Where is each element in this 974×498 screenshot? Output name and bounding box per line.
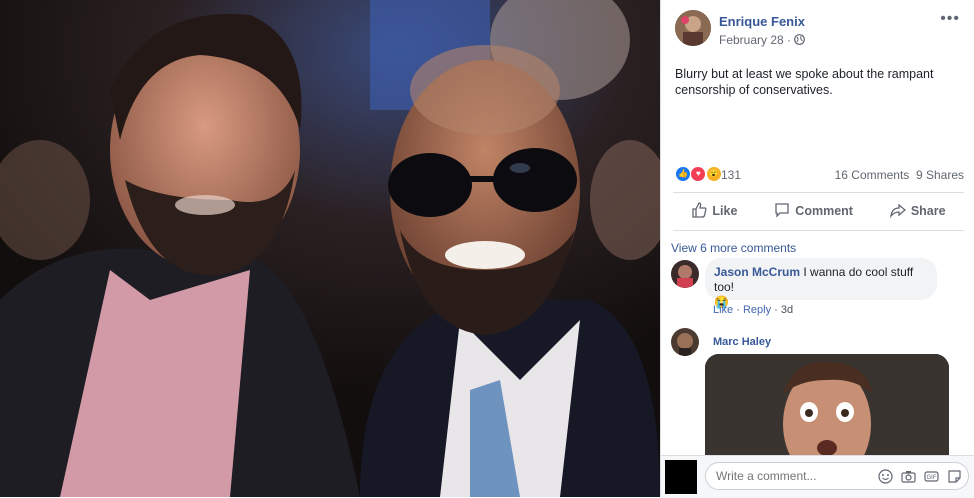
like-button[interactable]: Like xyxy=(691,196,737,226)
comment-icon xyxy=(774,202,790,221)
comment-label: Comment xyxy=(795,204,853,218)
comment-author[interactable]: Jason McCrum xyxy=(714,265,800,279)
comments-count[interactable]: 16 Comments xyxy=(835,168,910,182)
sticker-icon[interactable] xyxy=(947,469,962,484)
shares-count[interactable]: 9 Shares xyxy=(916,168,964,182)
post-stats: 👍 ♥ 😮 131 16 Comments 9 Shares xyxy=(675,166,964,184)
share-icon xyxy=(889,202,906,221)
gif-icon[interactable]: GIF xyxy=(924,469,939,484)
globe-icon xyxy=(794,33,806,47)
commenter-avatar[interactable] xyxy=(671,328,699,356)
author-avatar[interactable] xyxy=(675,10,711,46)
post-caption: Blurry but at least we spoke about the r… xyxy=(675,67,934,97)
post-actions: Like Comment Share xyxy=(673,196,964,226)
thumbs-up-icon xyxy=(691,201,707,221)
post-side-panel: Enrique Fenix February 28 · ••• Blurry b… xyxy=(660,0,974,498)
commenter-avatar[interactable] xyxy=(671,260,699,288)
reactions[interactable]: 👍 ♥ 😮 xyxy=(675,166,722,182)
share-label: Share xyxy=(910,204,946,218)
camera-icon[interactable] xyxy=(901,469,916,484)
reaction-count[interactable]: 131 xyxy=(721,168,741,182)
svg-text:GIF: GIF xyxy=(927,475,937,481)
comment-like-link[interactable]: Like xyxy=(713,304,733,316)
wow-reaction-icon: 😮 xyxy=(705,166,722,182)
comment-reply-link[interactable]: Reply xyxy=(743,304,771,316)
divider xyxy=(673,192,964,193)
comment-bubble: Jason McCrum I wanna do cool stuff too! … xyxy=(705,258,937,309)
comment-actions: Like · Reply · 3d xyxy=(713,304,794,316)
post-header: Enrique Fenix February 28 · ••• xyxy=(675,10,964,50)
divider xyxy=(673,230,964,231)
comment-time[interactable]: 3d xyxy=(781,304,793,316)
more-options-icon[interactable]: ••• xyxy=(940,10,960,28)
comment-composer: GIF xyxy=(661,455,974,498)
my-avatar xyxy=(665,460,697,494)
like-reaction-icon: 👍 xyxy=(675,166,691,182)
love-reaction-icon: ♥ xyxy=(690,166,707,182)
like-label: Like xyxy=(712,204,738,218)
composer-icons: GIF xyxy=(878,469,962,484)
comment-button[interactable]: Comment xyxy=(774,196,853,226)
post-photo[interactable] xyxy=(0,0,660,497)
author-name[interactable]: Enrique Fenix xyxy=(719,14,805,29)
comments-shares: 16 Comments 9 Shares xyxy=(835,168,964,182)
post-meta: February 28 · xyxy=(719,33,806,47)
share-button[interactable]: Share xyxy=(889,196,946,226)
comment-author[interactable]: Marc Haley xyxy=(713,336,771,348)
comment-gif[interactable] xyxy=(705,354,949,458)
emoji-icon[interactable] xyxy=(878,469,893,484)
post-date[interactable]: February 28 xyxy=(719,33,784,47)
view-more-comments-link[interactable]: View 6 more comments xyxy=(671,241,796,255)
